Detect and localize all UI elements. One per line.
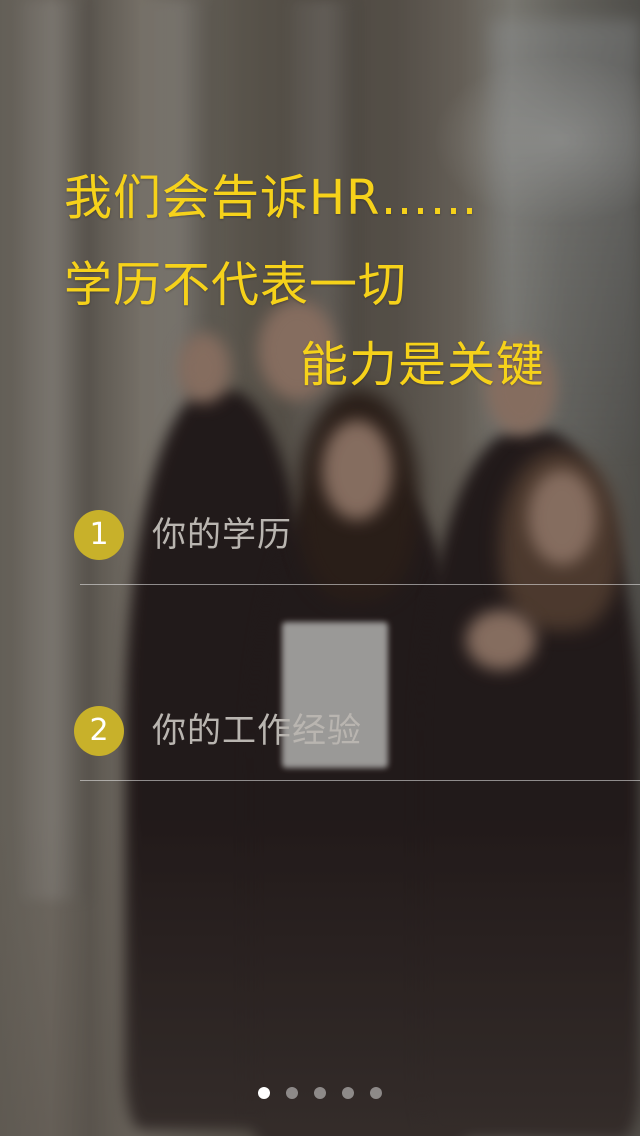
page-dot[interactable] (286, 1087, 298, 1099)
divider (80, 584, 640, 585)
feature-label: 你的工作经验 (152, 711, 362, 751)
feature-item-work-experience: 2 你的工作经验 (0, 676, 640, 786)
feature-label: 你的学历 (152, 515, 292, 555)
headline-line-2: 学历不代表一切 (64, 257, 408, 313)
page-dot[interactable] (342, 1087, 354, 1099)
feature-item-education: 1 你的学历 (0, 480, 640, 590)
headline-line-3: 能力是关键 (300, 337, 546, 393)
page-dot[interactable] (258, 1087, 270, 1099)
page-dot[interactable] (314, 1087, 326, 1099)
page-indicator[interactable] (0, 1087, 640, 1103)
headline: 我们会告诉HR…… 学历不代表一切 能力是关键 (0, 0, 640, 420)
page-dot[interactable] (370, 1087, 382, 1099)
number-badge: 1 (74, 510, 124, 560)
number-badge: 2 (74, 706, 124, 756)
divider (80, 780, 640, 781)
headline-line-1: 我们会告诉HR…… (64, 170, 479, 226)
